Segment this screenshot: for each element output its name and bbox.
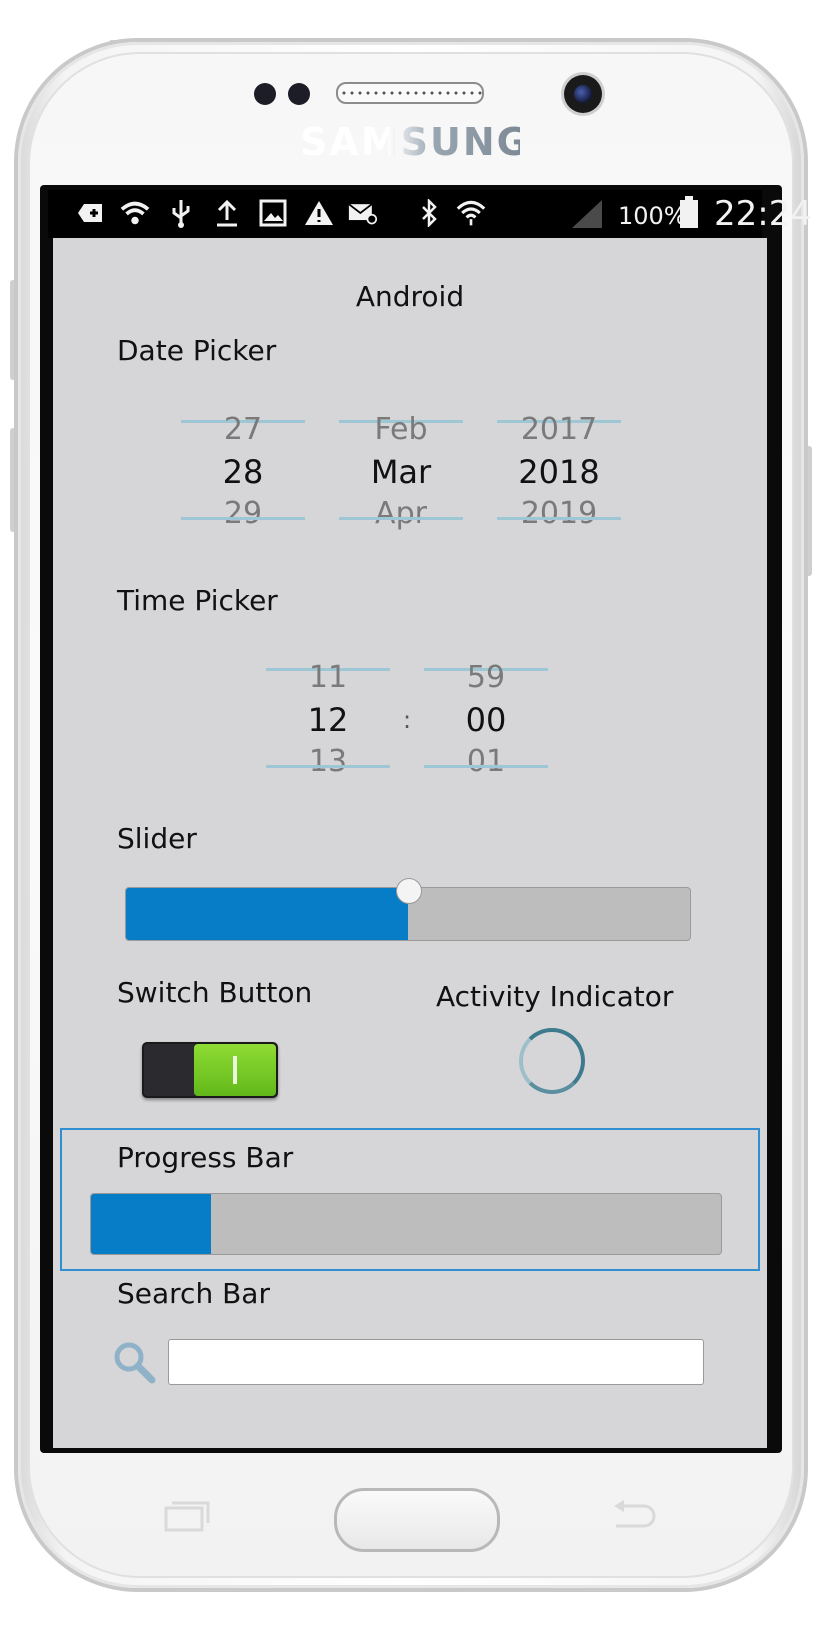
brand-logo: SAMSUNG — [300, 120, 530, 164]
bluetooth-icon — [414, 196, 444, 230]
date-day-prev[interactable]: 27 — [181, 409, 305, 451]
sensor-icon — [288, 83, 310, 105]
switch-knob — [194, 1044, 276, 1096]
add-icon — [76, 196, 106, 230]
battery-icon — [680, 196, 698, 228]
image-icon — [258, 196, 288, 230]
status-clock: 22:24 — [714, 194, 812, 234]
progress-bar — [90, 1193, 722, 1255]
date-year-next[interactable]: 2019 — [497, 493, 621, 535]
time-minute-next[interactable]: 01 — [424, 741, 548, 783]
time-minute-prev[interactable]: 59 — [424, 657, 548, 699]
date-month-next[interactable]: Apr — [339, 493, 463, 535]
time-picker-hour[interactable]: 11 12 13 — [266, 657, 390, 783]
date-year-current[interactable]: 2018 — [497, 451, 621, 493]
date-month-prev[interactable]: Feb — [339, 409, 463, 451]
status-bar: 100% 22:24 — [48, 190, 812, 238]
home-button[interactable] — [334, 1488, 500, 1552]
progress-fill — [91, 1194, 211, 1254]
time-separator: : — [403, 706, 412, 734]
wifi-info-icon — [120, 196, 150, 230]
progress-bar-label: Progress Bar — [117, 1141, 294, 1174]
time-minute-current[interactable]: 00 — [424, 699, 548, 741]
time-hour-next[interactable]: 13 — [266, 741, 390, 783]
signal-icon — [572, 200, 602, 228]
date-picker-year[interactable]: 2017 2018 2019 — [497, 409, 621, 535]
sensor-icon — [254, 83, 276, 105]
date-day-next[interactable]: 29 — [181, 493, 305, 535]
search-bar-label: Search Bar — [117, 1277, 270, 1310]
earpiece-speaker — [336, 82, 484, 104]
back-icon[interactable] — [612, 1498, 658, 1537]
search-input[interactable] — [168, 1339, 704, 1385]
date-picker-month[interactable]: Feb Mar Apr — [339, 409, 463, 535]
date-month-current[interactable]: Mar — [339, 451, 463, 493]
date-day-current[interactable]: 28 — [181, 451, 305, 493]
slider-thumb[interactable] — [396, 878, 422, 904]
recent-apps-icon[interactable] — [164, 1500, 210, 1537]
time-hour-current[interactable]: 12 — [266, 699, 390, 741]
front-camera — [564, 75, 602, 113]
time-picker-minute[interactable]: 59 00 01 — [424, 657, 548, 783]
warning-icon — [304, 196, 334, 230]
activity-indicator-label: Activity Indicator — [436, 980, 674, 1013]
wifi-icon — [456, 196, 486, 230]
slider-label: Slider — [117, 822, 197, 855]
date-picker-day[interactable]: 27 28 29 — [181, 409, 305, 535]
usb-icon — [166, 196, 196, 230]
slider-track[interactable] — [125, 878, 691, 941]
date-year-prev[interactable]: 2017 — [497, 409, 621, 451]
page-title: Android — [355, 280, 465, 313]
email-icon — [348, 196, 378, 230]
toggle-switch[interactable] — [142, 1042, 278, 1098]
switch-button-label: Switch Button — [117, 976, 313, 1009]
battery-percentage: 100% — [618, 202, 687, 230]
time-picker-label: Time Picker — [117, 584, 278, 617]
slider-fill — [126, 888, 408, 940]
time-hour-prev[interactable]: 11 — [266, 657, 390, 699]
date-picker-label: Date Picker — [117, 334, 277, 367]
upload-icon — [212, 196, 242, 230]
search-icon[interactable] — [112, 1340, 156, 1384]
activity-spinner — [519, 1028, 585, 1094]
